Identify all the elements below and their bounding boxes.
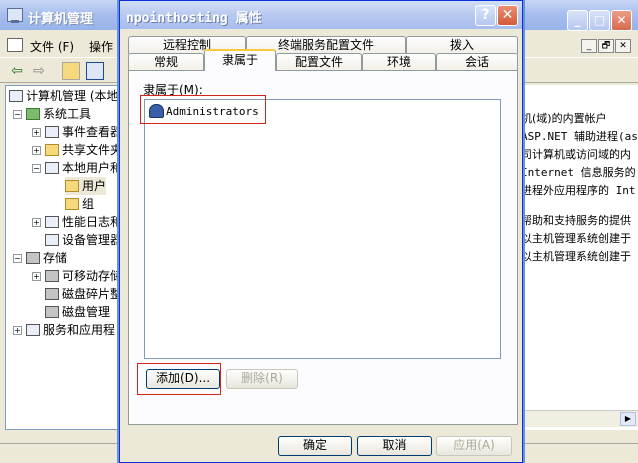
expand-icon[interactable]: + xyxy=(32,146,41,155)
collapse-icon[interactable]: − xyxy=(13,254,22,263)
tree-item-storage[interactable]: − 存储 xyxy=(13,249,67,267)
tree-item-disk-management[interactable]: 磁盘管理 xyxy=(45,303,110,321)
list-item-description[interactable]: 以主机管理系统创建于 xyxy=(521,248,631,264)
list-item-description[interactable]: 机(域)的内置帐户 xyxy=(521,110,607,126)
list-item-description[interactable]: 司计算机或访问域的内 xyxy=(521,146,631,162)
shared-folder-icon xyxy=(45,144,59,156)
menu-file[interactable]: 文件 (F) xyxy=(30,38,74,55)
mdi-restore-button[interactable]: 🗗 xyxy=(598,39,614,53)
collapse-icon[interactable]: − xyxy=(32,164,41,173)
show-hide-tree-icon[interactable] xyxy=(86,62,104,80)
tree-item-groups[interactable]: 组 xyxy=(65,195,94,213)
users-icon xyxy=(45,162,59,174)
list-item-description[interactable]: 帮助和支持服务的提供 xyxy=(521,212,631,228)
bg-window-title: 计算机管理 xyxy=(28,12,94,27)
up-folder-icon[interactable] xyxy=(62,62,80,80)
disk-management-icon xyxy=(45,306,59,318)
event-viewer-icon xyxy=(45,126,59,138)
tree-item-disk-defrag[interactable]: 磁盘碎片整 xyxy=(45,285,122,303)
tab-dial-in[interactable]: 拨入 xyxy=(406,36,518,54)
folder-icon xyxy=(65,198,79,210)
tree-item-performance-logs[interactable]: + 性能日志和 xyxy=(32,213,122,231)
dialog-title: npointhosting 属性 xyxy=(126,11,262,26)
tab-member-of[interactable]: 隶属于 xyxy=(204,49,276,71)
tab-general[interactable]: 常规 xyxy=(128,53,204,71)
tree-item-removable-storage[interactable]: + 可移动存储 xyxy=(32,267,122,285)
details-list: 机(域)的内置帐户 ASP.NET 辅助进程(as 司计算机或访问域的内 Int… xyxy=(518,85,638,430)
computer-management-icon xyxy=(7,8,23,23)
tree-item-event-viewer[interactable]: + 事件查看器 xyxy=(32,123,122,141)
minimize-button[interactable]: _ xyxy=(567,10,588,31)
mdi-close-button[interactable]: ✕ xyxy=(615,39,631,53)
services-icon xyxy=(26,324,40,336)
removable-storage-icon xyxy=(45,270,59,282)
device-manager-icon xyxy=(45,234,59,246)
list-item-description[interactable]: 以主机管理系统创建于 xyxy=(521,230,631,246)
tree-item-system-tools[interactable]: − 系统工具 xyxy=(13,105,91,123)
cancel-button[interactable]: 取消 xyxy=(357,436,432,456)
tree-item-users[interactable]: 用户 xyxy=(65,177,107,195)
menu-action[interactable]: 操作 xyxy=(89,38,113,55)
user-properties-dialog: npointhosting 属性 ? ✕ 远程控制 终端服务配置文件 拨入 常规… xyxy=(119,0,523,463)
remove-button[interactable]: 删除(R) xyxy=(226,369,298,389)
expand-icon[interactable]: + xyxy=(32,218,41,227)
expand-icon[interactable]: + xyxy=(32,272,41,281)
tree-item-computer-management[interactable]: 计算机管理 (本地 xyxy=(9,87,119,105)
help-button[interactable]: ? xyxy=(475,5,496,26)
folder-icon xyxy=(65,180,79,192)
mdi-controls: _ 🗗 ✕ xyxy=(580,38,631,53)
tools-icon xyxy=(26,108,40,120)
back-arrow-icon[interactable]: ⇦ xyxy=(8,62,26,80)
member-of-list[interactable]: Administrators xyxy=(144,99,501,359)
tree-item-services-applications[interactable]: + 服务和应用程 xyxy=(13,321,115,339)
horizontal-scrollbar[interactable]: ▶ xyxy=(518,410,638,427)
defrag-icon xyxy=(45,288,59,300)
tree-item-device-manager[interactable]: 设备管理器 xyxy=(45,231,122,249)
mdi-minimize-button[interactable]: _ xyxy=(581,39,597,53)
highlight-box-add-button xyxy=(137,363,221,395)
ok-button[interactable]: 确定 xyxy=(278,436,352,456)
computer-icon xyxy=(9,90,23,102)
console-tree: 计算机管理 (本地 − 系统工具 + 事件查看器 + 共享文件夹 − 本地用户和 用户 … xyxy=(5,85,123,430)
list-item-description[interactable]: 进程外应用程序的 Int xyxy=(521,182,636,198)
maximize-button[interactable]: □ xyxy=(589,10,610,31)
dialog-close-button[interactable]: ✕ xyxy=(497,5,518,26)
performance-icon xyxy=(45,216,59,228)
expand-icon[interactable]: + xyxy=(32,128,41,137)
scroll-right-arrow-icon[interactable]: ▶ xyxy=(620,412,636,426)
forward-arrow-icon[interactable]: ⇨ xyxy=(30,62,48,80)
tab-profile[interactable]: 配置文件 xyxy=(276,53,362,71)
collapse-icon[interactable]: − xyxy=(13,110,22,119)
list-item-description[interactable]: ASP.NET 辅助进程(as xyxy=(521,128,638,144)
tree-item-local-users-groups[interactable]: − 本地用户和 xyxy=(32,159,122,177)
tab-sessions[interactable]: 会话 xyxy=(436,53,518,71)
highlight-box-member xyxy=(140,95,266,124)
dialog-title-bar[interactable]: npointhosting 属性 ? ✕ xyxy=(120,1,522,29)
expand-icon[interactable]: + xyxy=(13,326,22,335)
close-button[interactable]: ✕ xyxy=(611,10,632,31)
tab-environment[interactable]: 环境 xyxy=(362,53,436,71)
tree-item-shared-folders[interactable]: + 共享文件夹 xyxy=(32,141,122,159)
apply-button[interactable]: 应用(A) xyxy=(436,436,512,456)
list-item-description[interactable]: Internet 信息服务的 xyxy=(521,164,636,180)
storage-icon xyxy=(26,252,40,264)
